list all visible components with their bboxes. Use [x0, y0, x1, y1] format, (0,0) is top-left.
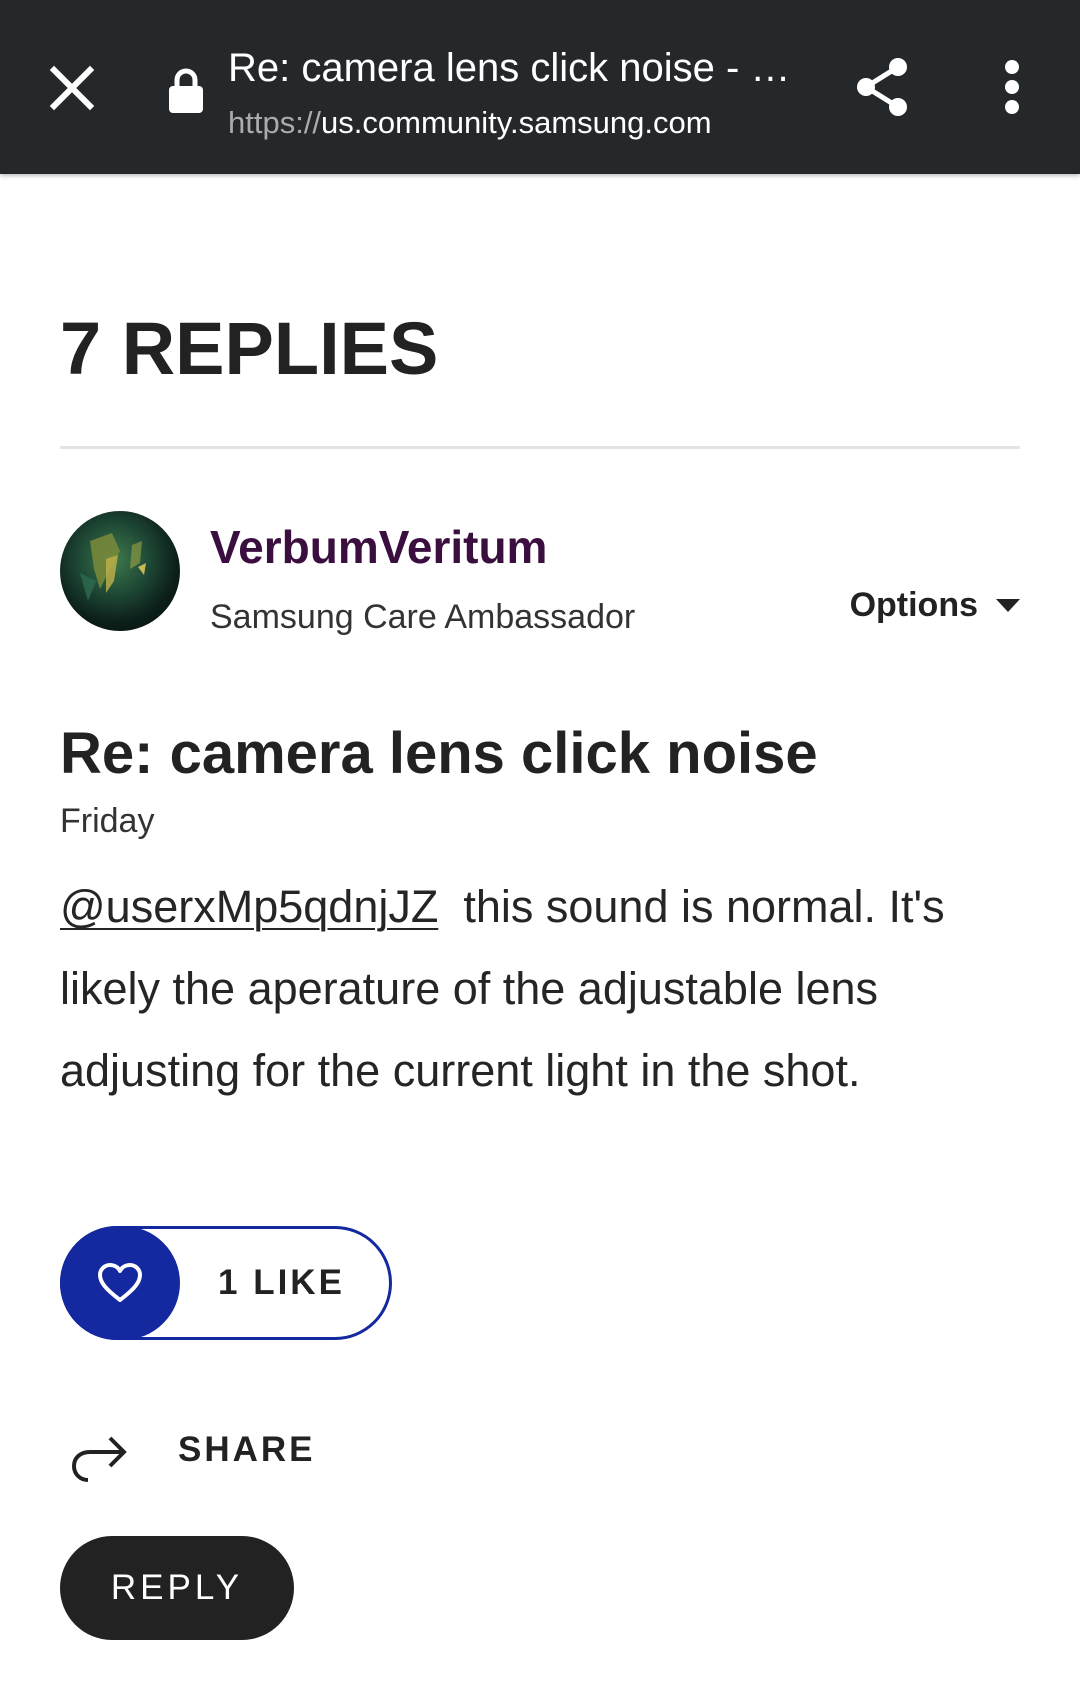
- share-arrow-icon: [71, 1436, 127, 1482]
- more-options-button[interactable]: [980, 45, 1044, 129]
- avatar-image: [80, 533, 146, 601]
- author-name-link[interactable]: VerbumVeritum: [210, 519, 547, 575]
- url-scheme: https://: [228, 105, 322, 140]
- post-body: @userxMp5qdnjJZ this sound is normal. It…: [60, 866, 1020, 1112]
- caret-down-icon: [996, 599, 1020, 612]
- options-dropdown[interactable]: Options: [850, 586, 1020, 625]
- close-icon: [49, 65, 95, 111]
- share-button[interactable]: [840, 45, 924, 129]
- like-icon-container: [60, 1226, 180, 1340]
- like-button[interactable]: 1 LIKE: [60, 1226, 392, 1340]
- page-url[interactable]: https://us.community.samsung.com: [228, 104, 712, 142]
- reply-button[interactable]: REPLY: [60, 1536, 294, 1640]
- share-icon: [857, 58, 907, 116]
- like-count-label: 1 LIKE: [218, 1263, 345, 1302]
- user-mention-link[interactable]: @userxMp5qdnjJZ: [60, 881, 438, 932]
- post-date: Friday: [60, 802, 155, 840]
- author-rank: Samsung Care Ambassador: [210, 598, 636, 636]
- options-label: Options: [849, 586, 978, 624]
- heart-icon: [98, 1263, 142, 1302]
- page-title[interactable]: Re: camera lens click noise - …: [228, 44, 788, 92]
- more-vert-icon: [1005, 60, 1019, 114]
- url-host: us.community.samsung.com: [321, 105, 712, 140]
- divider: [60, 446, 1020, 449]
- replies-heading: 7 REPLIES: [60, 307, 439, 390]
- close-button[interactable]: [32, 48, 112, 128]
- avatar[interactable]: [60, 511, 180, 631]
- lock-icon: [162, 62, 210, 120]
- post-title: Re: camera lens click noise: [60, 721, 818, 786]
- browser-toolbar: Re: camera lens click noise - … https://…: [0, 0, 1080, 174]
- share-post-button[interactable]: SHARE: [60, 1418, 460, 1498]
- share-label: SHARE: [178, 1430, 316, 1469]
